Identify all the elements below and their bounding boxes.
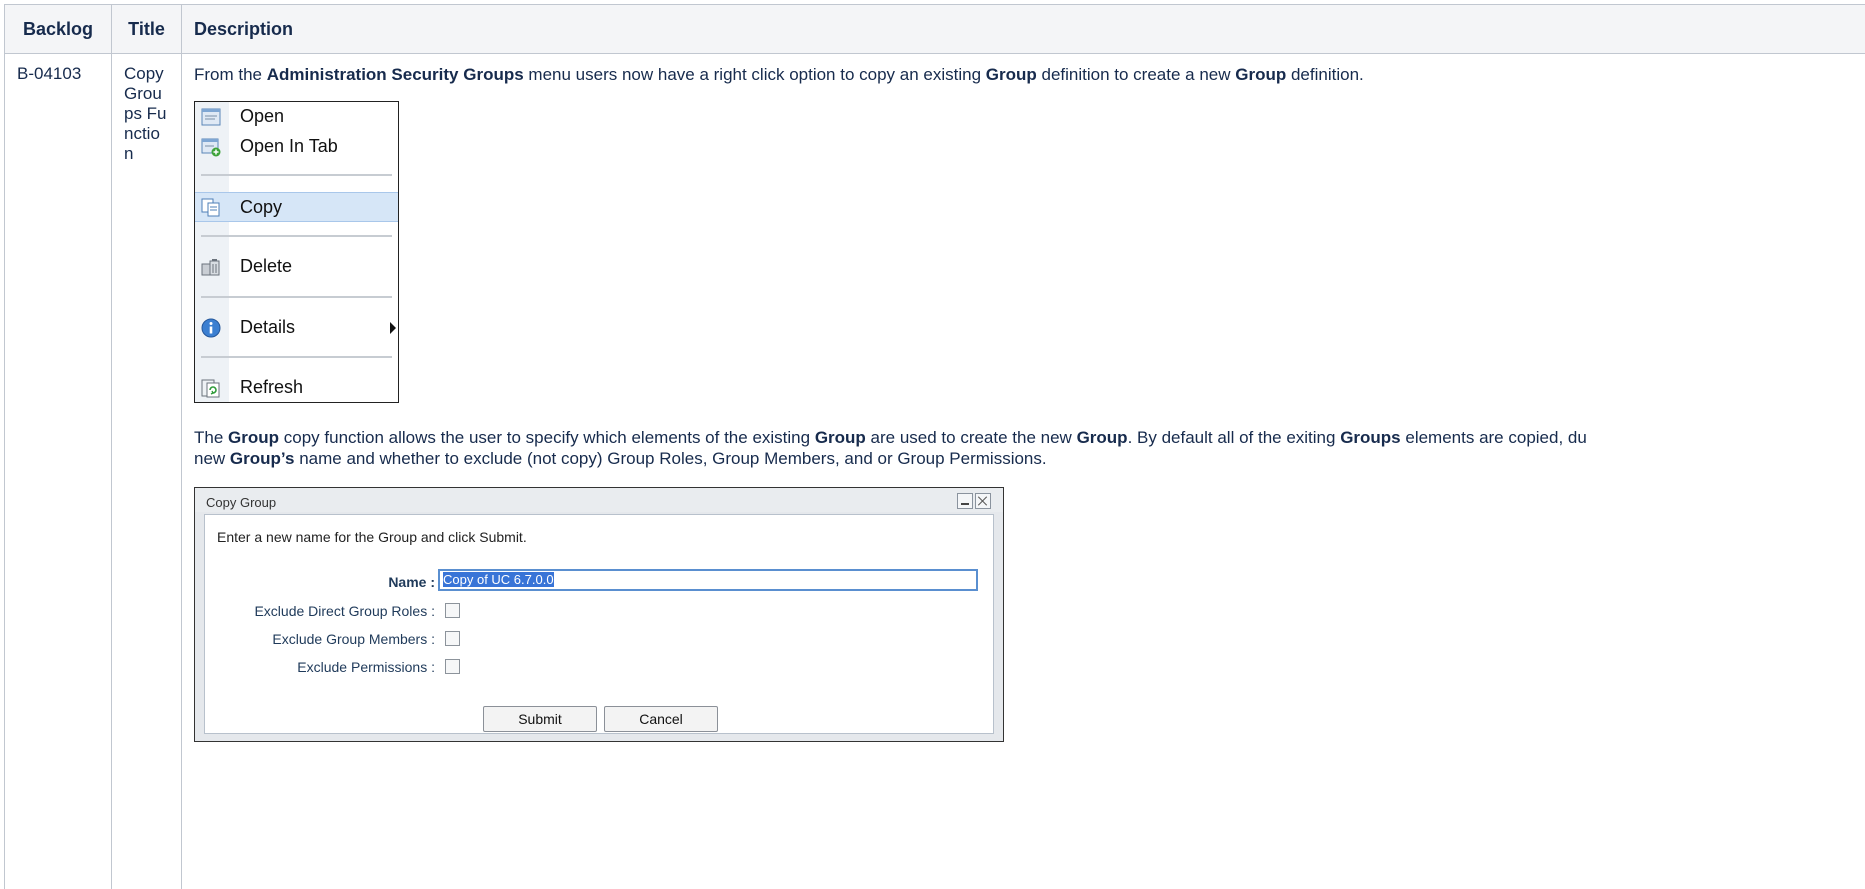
- dialog-intro: Enter a new name for the Group and click…: [217, 529, 527, 545]
- dialog-title: Copy Group: [206, 495, 277, 510]
- menu-separator: [201, 235, 392, 237]
- menu-item-details[interactable]: Details: [195, 313, 398, 343]
- delete-icon: [201, 259, 220, 276]
- menu-item-label: Delete: [240, 256, 293, 276]
- exclude-permissions-label: Exclude Permissions :: [297, 659, 435, 675]
- submit-button[interactable]: Submit: [483, 706, 597, 732]
- release-notes-table: Backlog Title Description B-04103 Copy G…: [4, 4, 1865, 889]
- description-paragraph-2: The Group copy function allows the user …: [194, 428, 1587, 468]
- menu-item-label: Copy: [240, 197, 283, 217]
- name-label: Name :: [388, 574, 435, 590]
- menu-item-label: Details: [240, 317, 296, 337]
- cancel-button[interactable]: Cancel: [604, 706, 718, 732]
- menu-item-refresh[interactable]: Refresh: [195, 373, 398, 402]
- description-paragraph-1: From the Administration Security Groups …: [194, 65, 1364, 84]
- dialog-header: Copy Group: [195, 488, 1003, 512]
- table-row: B-04103 Copy Groups Function From the Ad…: [4, 53, 1865, 889]
- submenu-arrow-icon: [390, 322, 396, 334]
- menu-item-copy[interactable]: Copy: [195, 192, 398, 222]
- menu-item-delete[interactable]: Delete: [195, 252, 398, 282]
- description-cell: From the Administration Security Groups …: [181, 53, 1865, 889]
- menu-item-label: Refresh: [240, 377, 304, 397]
- name-input[interactable]: Copy of UC 6.7.0.0: [438, 569, 978, 591]
- exclude-members-checkbox[interactable]: [445, 631, 460, 646]
- refresh-icon: [201, 379, 220, 398]
- menu-item-label: Open: [240, 106, 285, 126]
- menu-item-open[interactable]: Open: [195, 102, 398, 132]
- open-icon: [201, 108, 221, 126]
- menu-item-label: Open In Tab: [240, 136, 338, 156]
- table-header-row: Backlog Title Description: [4, 4, 1865, 54]
- menu-separator: [201, 296, 392, 298]
- name-input-value: Copy of UC 6.7.0.0: [443, 572, 554, 587]
- copy-icon: [201, 198, 220, 217]
- menu-separator: [201, 356, 392, 358]
- exclude-roles-label: Exclude Direct Group Roles :: [254, 603, 435, 619]
- menu-separator: [201, 174, 392, 176]
- dialog-body: Enter a new name for the Group and click…: [204, 514, 994, 734]
- page: Backlog Title Description B-04103 Copy G…: [0, 0, 1865, 889]
- copy-group-dialog-screenshot: Copy Group Enter a new name for the Grou…: [194, 487, 1004, 742]
- open-in-tab-icon: [201, 138, 221, 157]
- context-menu-screenshot: Open Open In Tab Copy Delete Details Ref…: [194, 101, 399, 403]
- menu-item-open-in-tab[interactable]: Open In Tab: [195, 132, 398, 162]
- backlog-cell: B-04103: [4, 53, 112, 889]
- header-backlog: Backlog: [4, 4, 112, 54]
- header-description: Description: [181, 4, 1865, 54]
- exclude-roles-checkbox[interactable]: [445, 603, 460, 618]
- exclude-permissions-checkbox[interactable]: [445, 659, 460, 674]
- minimize-icon[interactable]: [957, 493, 973, 509]
- header-title: Title: [111, 4, 182, 54]
- exclude-members-label: Exclude Group Members :: [272, 631, 435, 647]
- title-cell: Copy Groups Function: [111, 53, 182, 889]
- info-icon: [201, 318, 221, 338]
- close-icon[interactable]: [975, 493, 991, 509]
